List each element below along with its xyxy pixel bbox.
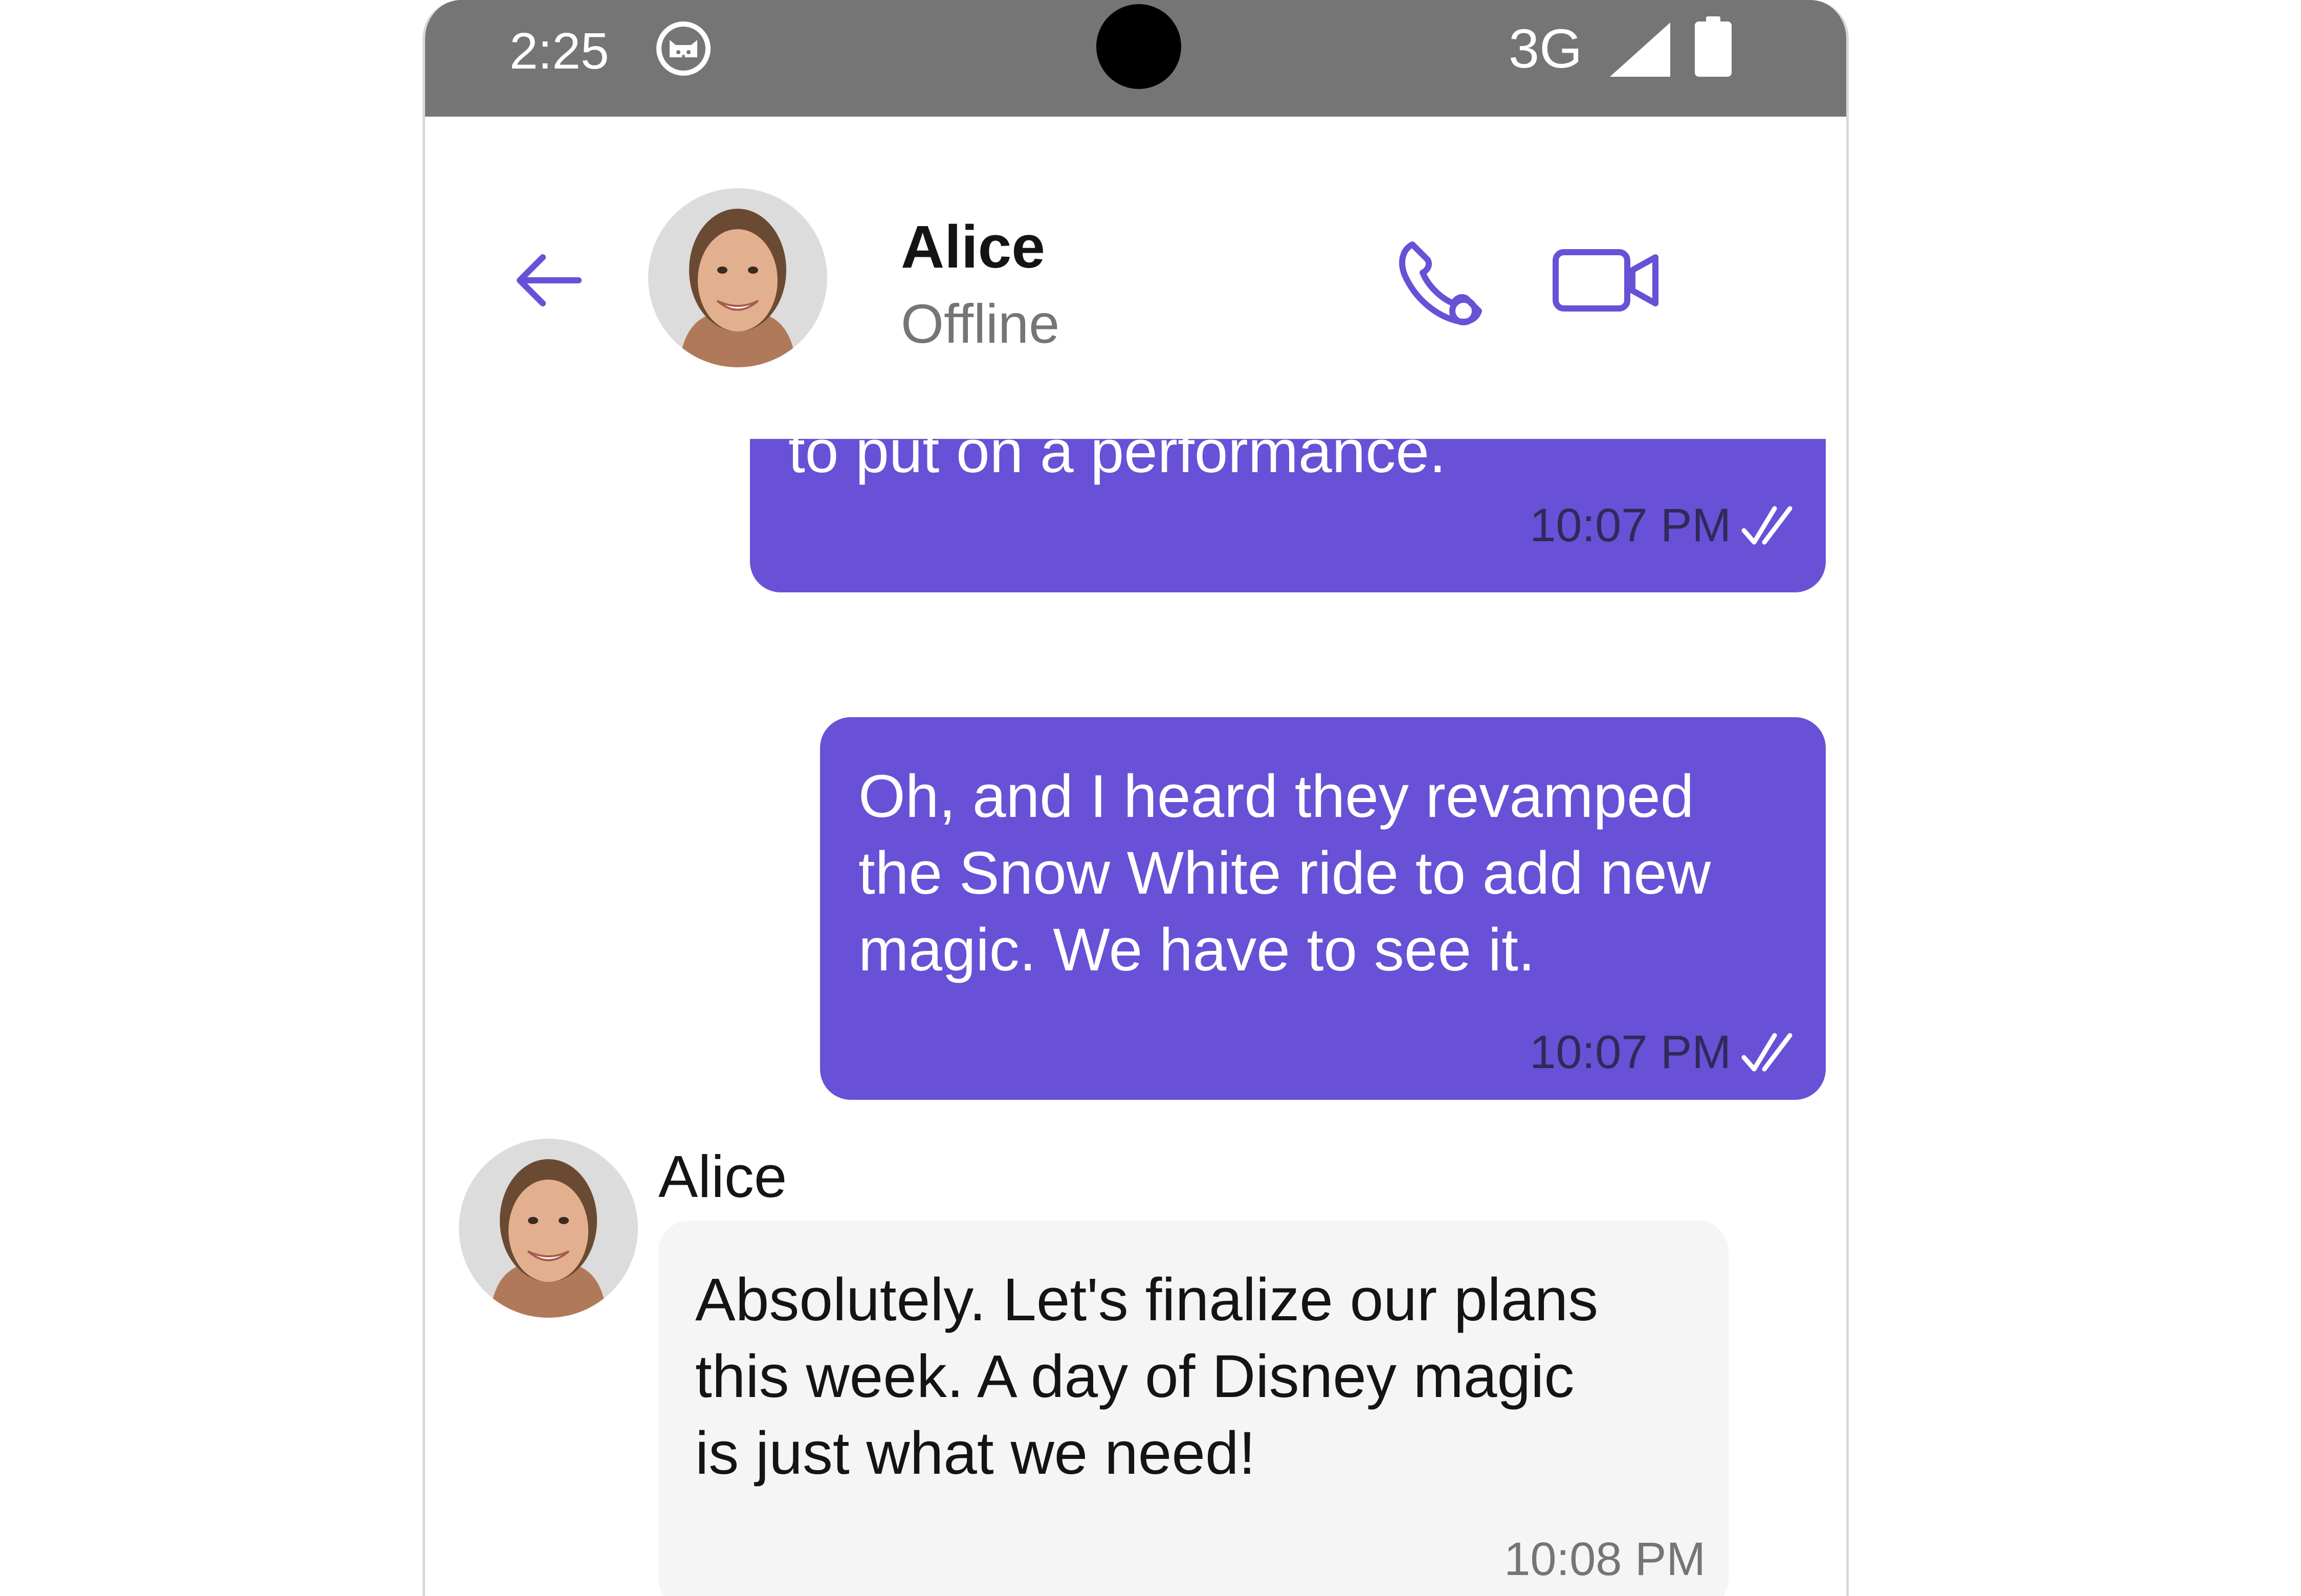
double-check-icon — [1741, 1033, 1793, 1072]
avatar[interactable] — [648, 188, 827, 367]
double-check-icon — [1741, 506, 1793, 545]
message-meta: 10:07 PM — [1530, 1024, 1798, 1080]
message-meta: 10:07 PM — [1530, 497, 1798, 553]
message-list[interactable]: to put on a performance. 10:07 PM Oh, an… — [425, 439, 1846, 1596]
message-time: 10:08 PM — [1504, 1533, 1706, 1585]
phone-frame: 2:25 3G Alice Offline to put on a perfor… — [423, 0, 1849, 1596]
screen: 2:25 3G Alice Offline to put on a perfor… — [0, 0, 2301, 1596]
status-time: 2:25 — [510, 23, 609, 80]
camera-cutout — [1096, 4, 1181, 89]
video-camera-icon[interactable] — [1551, 239, 1663, 321]
message-text: Oh, and I heard they revamped the Snow W… — [858, 763, 1711, 984]
sender-name: Alice — [658, 1143, 787, 1210]
incoming-message[interactable]: Absolutely. Let's finalize our plans thi… — [658, 1221, 1729, 1596]
network-type: 3G — [1509, 17, 1583, 79]
chat-header: Alice Offline — [425, 117, 1846, 439]
contact-status: Offline — [901, 293, 1060, 354]
sender-avatar[interactable] — [459, 1139, 638, 1318]
message-time: 10:07 PM — [1530, 499, 1731, 551]
avatar-photo — [648, 188, 827, 367]
message-text: to put on a performance. — [788, 439, 1446, 485]
back-arrow-icon[interactable] — [507, 239, 589, 321]
avatar-photo — [459, 1139, 638, 1318]
message-time: 10:07 PM — [1530, 1026, 1731, 1078]
cat-face-icon — [656, 21, 711, 76]
phone-icon[interactable] — [1392, 229, 1494, 331]
contact-name: Alice — [901, 213, 1046, 281]
battery-icon — [1695, 16, 1732, 77]
outgoing-message[interactable]: to put on a performance. 10:07 PM — [750, 439, 1826, 592]
signal-icon — [1610, 23, 1670, 77]
outgoing-message[interactable]: Oh, and I heard they revamped the Snow W… — [820, 717, 1826, 1100]
status-bar: 2:25 3G — [425, 0, 1846, 117]
message-text: Absolutely. Let's finalize our plans thi… — [695, 1266, 1599, 1487]
